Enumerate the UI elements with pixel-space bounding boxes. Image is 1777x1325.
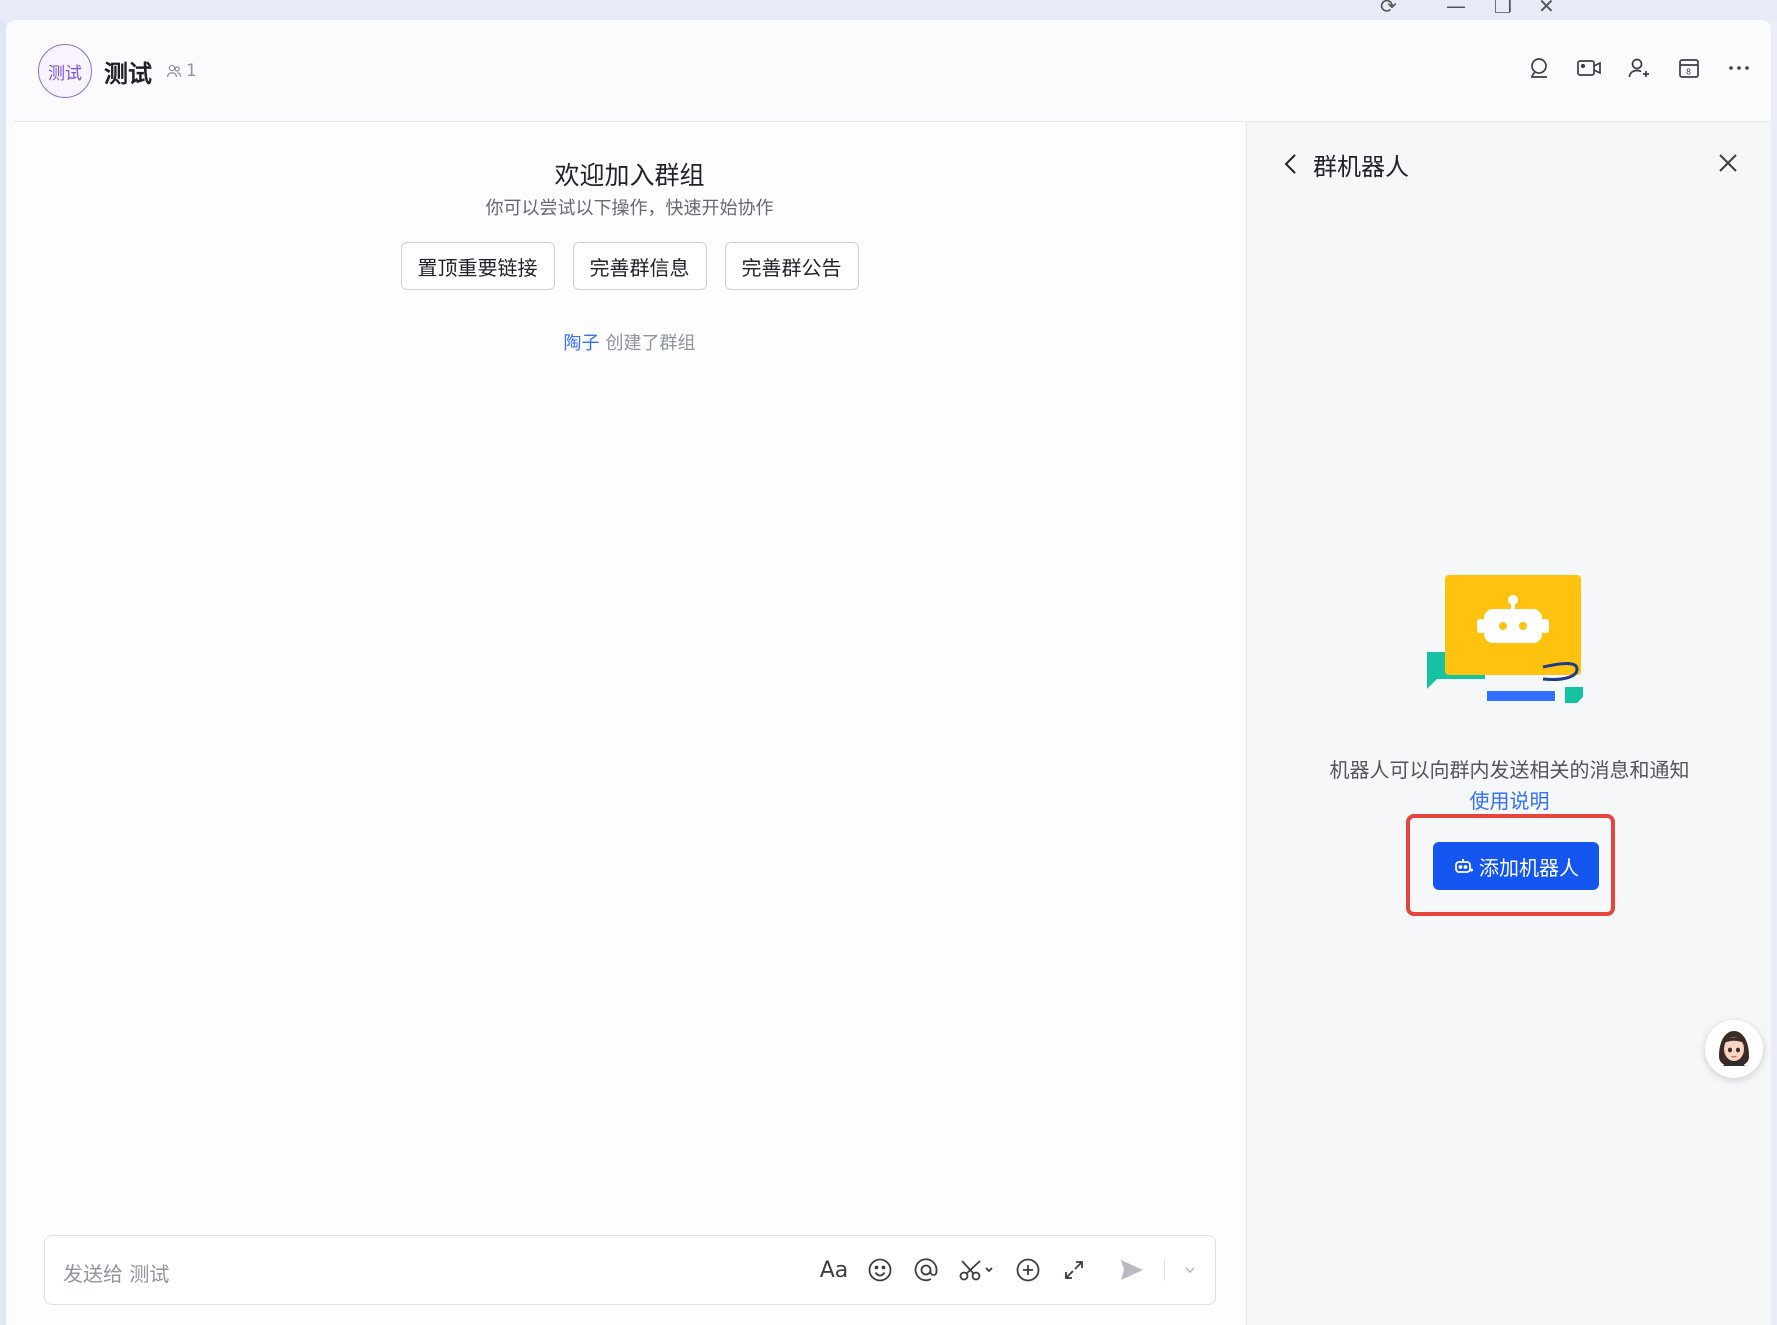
assistant-face-icon [1719,1031,1749,1066]
send-options-chevron-icon[interactable] [1183,1255,1197,1285]
message-composer[interactable]: 发送给 测试 Aa [44,1235,1216,1305]
window-close-icon[interactable]: ✕ [1538,0,1555,18]
complete-announcement-button[interactable]: 完善群公告 [724,242,859,290]
pin-links-button[interactable]: 置顶重要链接 [400,242,555,290]
member-count-value: 1 [186,61,197,81]
help-link[interactable]: 使用说明 [1247,785,1771,814]
bot-icon [1455,859,1473,873]
add-bot-button[interactable]: 添加机器人 [1433,842,1599,890]
welcome-subtitle: 你可以尝试以下操作，快速开始协作 [485,198,774,219]
send-divider [1164,1259,1165,1281]
close-icon[interactable] [1717,152,1739,178]
search-icon[interactable] [1525,54,1553,82]
add-member-icon[interactable] [1625,54,1653,82]
restore-icon[interactable]: ❐ [1494,0,1512,18]
more-icon[interactable] [1725,54,1753,82]
format-text-icon[interactable]: Aa [819,1255,849,1285]
group-bots-panel: 群机器人 机器人可以向群内发送相关的消息和通知 使用说明 添加机器人 [1246,122,1771,1325]
created-text: 创建了群组 [605,333,696,354]
send-icon[interactable] [1118,1255,1146,1285]
members-icon [166,64,182,78]
group-avatar[interactable]: 测试 [38,44,92,98]
svg-text:8: 8 [1686,68,1691,77]
add-attachment-icon[interactable] [1014,1255,1042,1285]
screenshot-icon[interactable] [958,1255,996,1285]
welcome-title: 欢迎加入群组 [554,161,705,190]
system-message: 陶子 创建了群组 [14,329,1245,355]
quick-actions: 置顶重要链接 完善群信息 完善群公告 [14,242,1245,290]
emoji-icon[interactable] [866,1255,894,1285]
add-bot-label: 添加机器人 [1479,855,1579,880]
creator-link[interactable]: 陶子 [564,333,600,354]
mention-icon[interactable] [912,1255,940,1285]
message-input[interactable]: 发送给 测试 [63,1258,169,1287]
expand-icon[interactable] [1060,1255,1088,1285]
chat-header: 测试 测试 1 8 [14,20,1771,122]
calendar-icon[interactable]: 8 [1675,54,1703,82]
format-text-label: Aa [819,1257,849,1283]
composer-toolbar: Aa [820,1255,1197,1285]
minimize-icon[interactable]: — [1446,0,1466,18]
back-icon[interactable] [1283,152,1299,180]
panel-title: 群机器人 [1313,153,1409,181]
chat-message-area: 欢迎加入群组 你可以尝试以下操作，快速开始协作 置顶重要链接 完善群信息 完善群… [14,122,1245,1325]
video-icon[interactable] [1575,54,1603,82]
panel-description: 机器人可以向群内发送相关的消息和通知 [1329,758,1690,782]
window-titlebar: ⟳ — ❐ ✕ [0,0,1777,20]
header-toolbar: 8 [1525,54,1753,82]
assistant-avatar[interactable] [1705,1020,1763,1078]
member-count[interactable]: 1 [166,61,197,81]
group-name[interactable]: 测试 [104,54,152,89]
robot-illustration [1425,567,1595,721]
refresh-icon[interactable]: ⟳ [1380,0,1397,18]
chat-window: 测试 测试 1 8 欢迎加入群组 你可以尝试以下操作，快速开始协作 置顶重要链接… [6,20,1771,1325]
complete-group-info-button[interactable]: 完善群信息 [572,242,707,290]
